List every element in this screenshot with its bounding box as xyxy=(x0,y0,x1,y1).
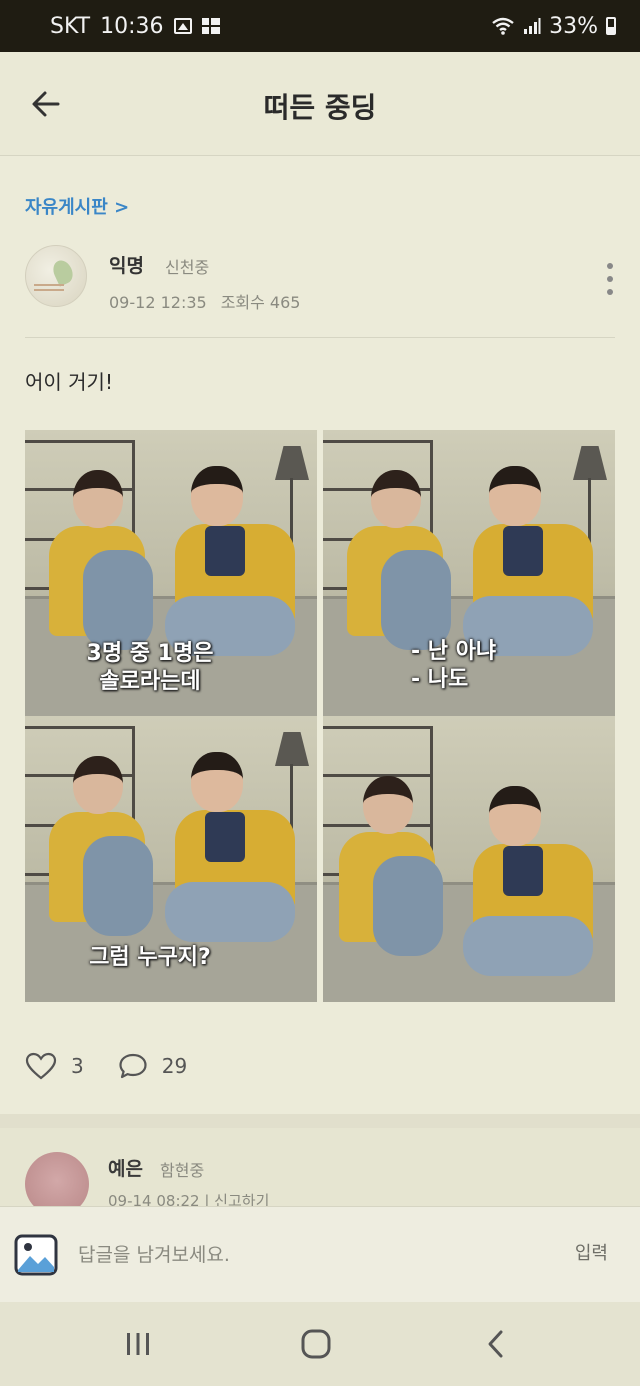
comic-panel-3: 그럼 누구지? xyxy=(25,716,317,1002)
submit-reply-button[interactable]: 입력 xyxy=(575,1239,608,1265)
section-divider xyxy=(0,1114,640,1128)
recent-apps-icon xyxy=(127,1333,149,1355)
author-avatar xyxy=(25,245,87,307)
comment-bubble-icon[interactable] xyxy=(118,1052,148,1080)
clock: 10:36 xyxy=(100,13,164,39)
gallery-notification-icon xyxy=(173,18,192,34)
board-breadcrumb-link[interactable]: 자유게시판 > xyxy=(25,193,129,219)
system-back-icon xyxy=(488,1330,503,1358)
system-back-button[interactable] xyxy=(474,1324,518,1364)
battery-icon xyxy=(606,17,616,35)
post-date: 09-12 12:35 xyxy=(109,293,207,312)
heart-icon[interactable] xyxy=(25,1052,57,1080)
post-author-row: 익명 신천중 09-12 12:35 조회수 465 xyxy=(25,245,615,315)
more-options-icon xyxy=(607,263,613,269)
comment-item: 예은 함현중 09-14 08:22 | 신고하기 xyxy=(0,1128,640,1206)
author-school: 신천중 xyxy=(165,258,210,277)
battery-percent: 33% xyxy=(549,13,598,39)
divider xyxy=(25,337,615,338)
panel-3-caption: 그럼 누구지? xyxy=(89,945,211,970)
reply-bar: 입력 xyxy=(0,1206,640,1302)
attach-image-button[interactable] xyxy=(14,1234,58,1276)
comic-panel-2: - 난 아냐 - 나도 xyxy=(323,430,615,716)
app-notification-icon xyxy=(201,18,220,34)
image-attach-icon xyxy=(14,1234,58,1276)
home-icon xyxy=(301,1329,331,1359)
like-count: 3 xyxy=(71,1054,84,1078)
comic-panel-4 xyxy=(323,716,615,1002)
commenter-avatar xyxy=(25,1152,89,1206)
post-views: 조회수 465 xyxy=(220,293,301,312)
carrier-label: SKT xyxy=(50,13,91,39)
more-options-button[interactable] xyxy=(605,263,615,295)
page-title: 떠든 중딩 xyxy=(263,91,377,124)
signal-icon xyxy=(524,18,541,34)
wifi-icon xyxy=(492,17,514,35)
post-meta: 09-12 12:35 조회수 465 xyxy=(109,289,300,313)
author-name: 익명 xyxy=(109,255,144,277)
panel-1-caption: 3명 중 1명은 솔로라는데 xyxy=(86,641,214,694)
post-image-grid[interactable]: 3명 중 1명은 솔로라는데 - 난 아냐 - 나도 그럼 누구지? xyxy=(25,430,615,1008)
system-nav-bar xyxy=(0,1302,640,1386)
home-button[interactable] xyxy=(294,1324,338,1364)
comment-count: 29 xyxy=(161,1054,188,1078)
comment-meta: 09-14 08:22 | 신고하기 xyxy=(108,1192,270,1206)
comic-panel-1: 3명 중 1명은 솔로라는데 xyxy=(25,430,317,716)
panel-2-caption: - 난 아냐 - 나도 xyxy=(411,639,497,692)
app-header: 떠든 중딩 xyxy=(0,52,640,156)
commenter-name: 예은 xyxy=(108,1158,143,1180)
commenter-school: 함현중 xyxy=(160,1161,205,1180)
reply-input[interactable] xyxy=(78,1239,498,1271)
post-body-text: 어이 거기! xyxy=(25,370,113,394)
recent-apps-button[interactable] xyxy=(116,1324,160,1364)
status-bar: SKT 10:36 33% xyxy=(0,0,640,52)
post-actions: 3 29 xyxy=(25,1048,221,1084)
